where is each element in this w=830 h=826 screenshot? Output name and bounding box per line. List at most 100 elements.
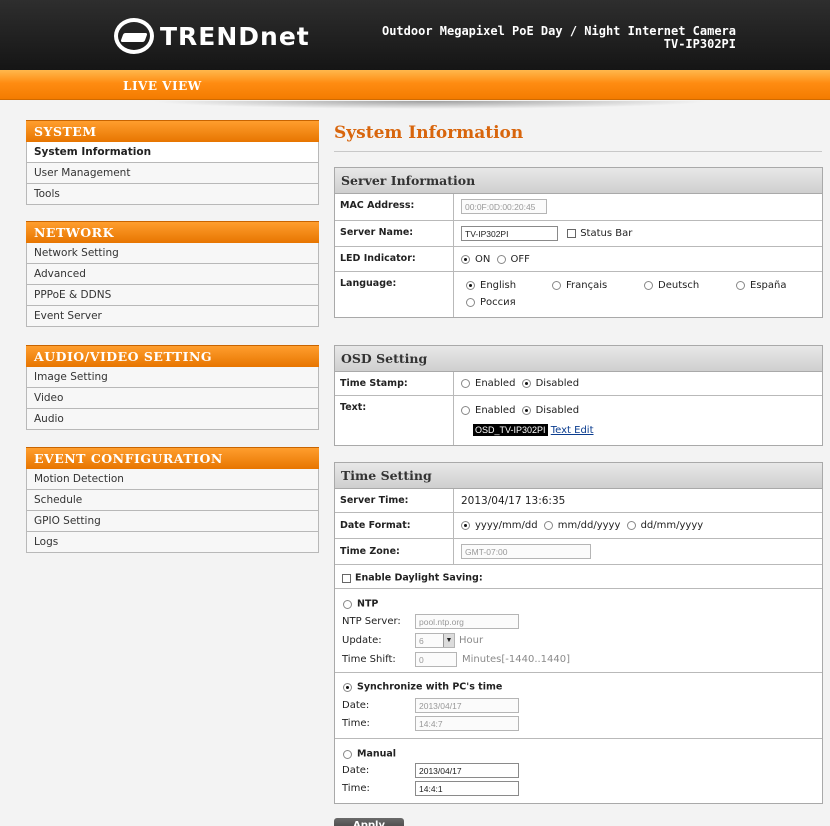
date-format-cell: yyyy/mm/dd mm/dd/yyyy dd/mm/yyyy	[455, 513, 822, 538]
header-bar: TRENDnet Outdoor Megapixel PoE Day / Nig…	[0, 0, 830, 70]
sidebar-item-image-setting[interactable]: Image Setting	[26, 367, 319, 388]
mac-address-cell: 00:0F:0D:00:20:45	[455, 194, 822, 220]
manual-time-field[interactable]: 14:4:1	[415, 781, 519, 796]
lang-english-label: English	[480, 280, 517, 291]
mac-address-label: MAC Address:	[335, 194, 454, 220]
lang-english-radio[interactable]	[466, 281, 475, 290]
sync-pc-radio[interactable]	[343, 682, 352, 692]
led-off-radio[interactable]	[496, 255, 506, 264]
sidebar-item-system-information[interactable]: System Information	[26, 142, 319, 163]
manual-radio[interactable]	[343, 749, 352, 759]
status-bar-label: Status Bar	[580, 228, 633, 239]
nav-live-view[interactable]: LIVE VIEW	[123, 79, 202, 93]
sidebar-item-event-server[interactable]: Event Server	[26, 306, 319, 327]
sidebar-audio-video: AUDIO/VIDEO SETTING Image Setting Video …	[26, 345, 319, 430]
sidebar-item-video[interactable]: Video	[26, 388, 319, 409]
sidebar-item-logs[interactable]: Logs	[26, 532, 319, 553]
ntp-time-shift-label: Time Shift:	[342, 654, 396, 665]
daylight-saving-checkbox[interactable]	[342, 573, 351, 583]
ntp-option: NTP	[343, 597, 378, 610]
trendnet-logo: TRENDnet	[114, 18, 310, 54]
server-time-row: Server Time: 2013/04/17 13:6:35	[335, 489, 822, 513]
osd-text-row: Text: Enabled Disabled OSD_TV-IP302PI Te…	[335, 396, 822, 445]
daylight-saving-label: Enable Daylight Saving:	[355, 572, 483, 584]
osd-text-preview: OSD_TV-IP302PI	[473, 423, 548, 436]
sidebar-head-event: EVENT CONFIGURATION	[26, 447, 319, 469]
text-disabled-radio[interactable]	[521, 406, 531, 415]
date-format-mdy-radio[interactable]	[543, 521, 553, 530]
ntp-update-unit: Hour	[459, 635, 484, 646]
ntp-time-shift-unit: Minutes[-1440..1440]	[462, 654, 571, 665]
sync-date-field[interactable]: 2013/04/17	[415, 698, 519, 713]
server-information-heading: Server Information	[335, 168, 822, 194]
time-zone-label: Time Zone:	[335, 539, 454, 564]
led-on-label: ON	[475, 254, 491, 265]
text-enabled-radio[interactable]	[461, 406, 470, 415]
sync-time-field[interactable]: 14:4:7	[415, 716, 519, 731]
daylight-saving-row: Enable Daylight Saving:	[335, 565, 822, 589]
text-edit-link[interactable]: Text Edit	[551, 425, 594, 436]
lang-russian: Россия	[466, 297, 516, 309]
sidebar-item-pppoe-ddns[interactable]: PPPoE & DDNS	[26, 285, 319, 306]
status-bar-checkbox[interactable]	[567, 229, 577, 238]
lang-english: English	[466, 280, 516, 292]
date-format-dmy-radio[interactable]	[626, 521, 636, 530]
osd-text-label: Text:	[335, 396, 454, 445]
manual-date-label: Date:	[342, 765, 370, 776]
ntp-label: NTP	[357, 598, 379, 610]
osd-text-line: OSD_TV-IP302PI Text Edit	[473, 423, 822, 436]
time-stamp-cell: Enabled Disabled	[455, 372, 822, 395]
ntp-radio[interactable]	[343, 599, 352, 609]
sidebar-item-tools[interactable]: Tools	[26, 184, 319, 205]
sidebar-item-gpio-setting[interactable]: GPIO Setting	[26, 511, 319, 532]
sidebar-head-system: SYSTEM	[26, 120, 319, 142]
time-zone-cell: GMT-07:00	[455, 539, 822, 564]
date-format-label: Date Format:	[335, 513, 454, 538]
ntp-server-field[interactable]: pool.ntp.org	[415, 614, 519, 629]
lang-russian-radio[interactable]	[466, 298, 475, 307]
sidebar-item-motion-detection[interactable]: Motion Detection	[26, 469, 319, 490]
language-row: Language: English Français Deutsch Españ…	[335, 272, 822, 317]
led-on-radio[interactable]	[461, 255, 470, 264]
timestamp-enabled-radio[interactable]	[461, 379, 470, 388]
manual-time-label: Time:	[342, 783, 370, 794]
sidebar-head-network: NETWORK	[26, 221, 319, 243]
lang-deutsch-label: Deutsch	[658, 280, 700, 291]
sync-date-label: Date:	[342, 700, 370, 711]
header-title: Outdoor Megapixel PoE Day / Night Intern…	[382, 25, 736, 51]
manual-date-field[interactable]: 2013/04/17	[415, 763, 519, 778]
ntp-server-label: NTP Server:	[342, 616, 401, 627]
led-indicator-row: LED Indicator: ON OFF	[335, 247, 822, 272]
lang-deutsch-radio[interactable]	[644, 281, 653, 290]
manual-block: Manual Date: 2013/04/17 Time: 14:4:1	[335, 739, 822, 803]
sidebar-item-advanced[interactable]: Advanced	[26, 264, 319, 285]
server-name-field[interactable]: TV-IP302PI	[461, 226, 558, 241]
ntp-update-select[interactable]: 6 ▼	[415, 633, 455, 648]
text-disabled-label: Disabled	[535, 405, 580, 416]
time-setting-heading: Time Setting	[335, 463, 822, 489]
sidebar-item-network-setting[interactable]: Network Setting	[26, 243, 319, 264]
language-cell: English Français Deutsch España Россия	[455, 272, 822, 317]
sync-pc-block: Synchronize with PC's time Date: 2013/04…	[335, 673, 822, 739]
date-format-ymd-radio[interactable]	[461, 521, 470, 530]
text-enabled-label: Enabled	[475, 405, 516, 416]
sidebar-item-user-management[interactable]: User Management	[26, 163, 319, 184]
ntp-update-label: Update:	[342, 635, 382, 646]
language-label: Language:	[335, 272, 454, 317]
sidebar-system: SYSTEM System Information User Managemen…	[26, 120, 319, 205]
lang-espana-radio[interactable]	[736, 281, 745, 290]
server-information-panel: Server Information MAC Address: 00:0F:0D…	[334, 167, 823, 318]
time-zone-field[interactable]: GMT-07:00	[461, 544, 591, 559]
server-time-label: Server Time:	[335, 489, 454, 512]
timestamp-disabled-radio[interactable]	[521, 379, 531, 388]
header-title-line2: TV-IP302PI	[663, 37, 736, 51]
lang-francais-radio[interactable]	[552, 281, 561, 290]
sidebar-item-schedule[interactable]: Schedule	[26, 490, 319, 511]
ntp-time-shift-field[interactable]: 0	[415, 652, 457, 667]
lang-russian-label: Россия	[480, 297, 516, 308]
sidebar-item-audio[interactable]: Audio	[26, 409, 319, 430]
top-nav: LIVE VIEW	[0, 70, 830, 100]
mac-address-field[interactable]: 00:0F:0D:00:20:45	[461, 199, 547, 214]
apply-button[interactable]: Apply	[334, 818, 404, 826]
timestamp-disabled-label: Disabled	[535, 378, 580, 389]
